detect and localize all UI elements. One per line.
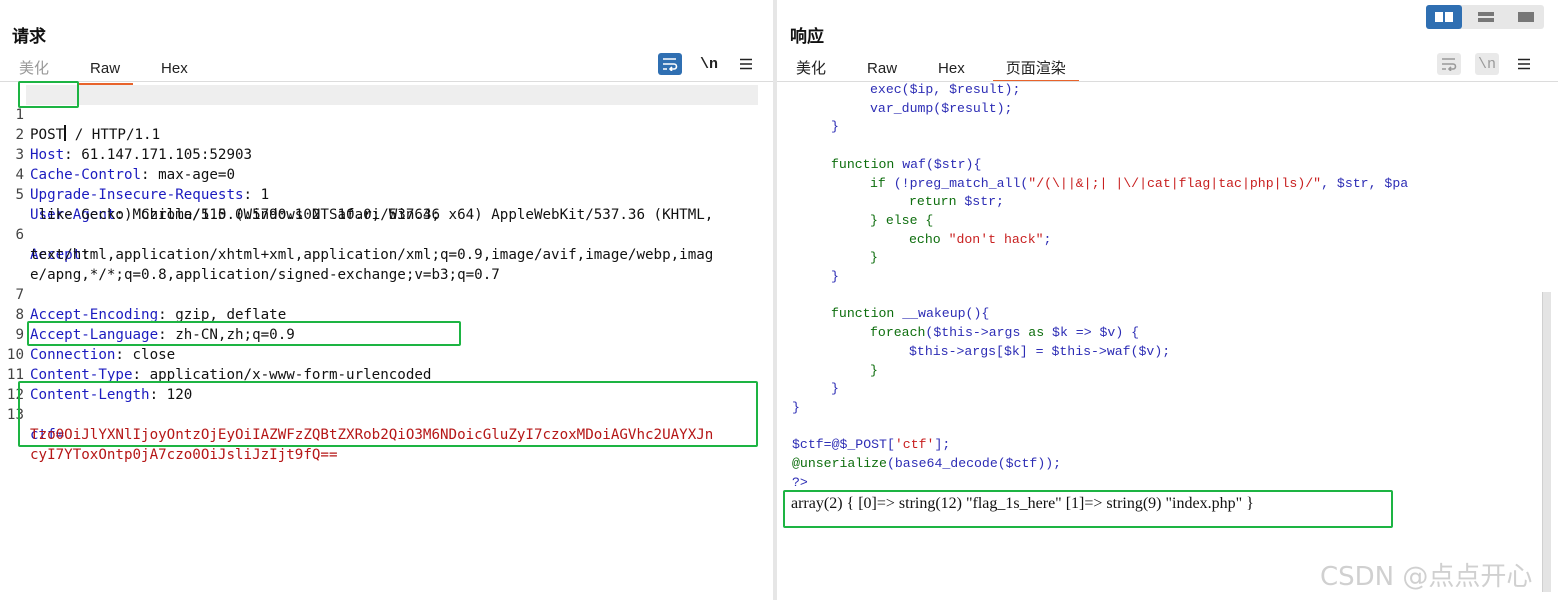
columns-icon: [1435, 12, 1453, 22]
php-source-code: exec($ip, $result); var_dump($result); }…: [792, 82, 1409, 490]
wrap-lines-button[interactable]: [1437, 53, 1461, 75]
wrap-lines-button[interactable]: [658, 53, 682, 75]
request-editor[interactable]: 1 POST / HTTP/1.1 2 Host: 61.147.171.105…: [0, 81, 773, 600]
request-panel: 请求 美化 Raw Hex \n 1 POST / HTTP/1.1 2 Host:…: [0, 0, 773, 600]
layout-toggle-group: [1426, 5, 1544, 29]
tab-pretty[interactable]: 美化: [783, 54, 839, 80]
rendered-page-view: exec($ip, $result); var_dump($result); }…: [777, 82, 1558, 600]
tab-hex[interactable]: Hex: [925, 57, 978, 83]
response-panel: 响应 美化 Raw Hex 页面渲染 \n exec($ip, $result); v…: [777, 0, 1558, 600]
highlight-box-content-type: [27, 321, 461, 346]
tab-pretty[interactable]: 美化: [6, 54, 62, 80]
tab-raw[interactable]: Raw: [854, 57, 910, 83]
body-param-value-continued: cyI7YToxOntp0jA7czo0OiJsliJzIjt9fQ==: [30, 447, 338, 463]
response-title: 响应: [790, 27, 824, 46]
highlight-box-method: [18, 81, 79, 108]
layout-side-by-side-button[interactable]: [1426, 5, 1462, 29]
layout-stacked-button[interactable]: [1468, 5, 1504, 29]
menu-button[interactable]: [1512, 53, 1536, 75]
request-title: 请求: [12, 27, 46, 46]
tab-raw[interactable]: Raw: [77, 57, 134, 85]
highlight-box-output: [783, 490, 1393, 528]
hamburger-icon: [740, 58, 752, 70]
layout-tabs-button[interactable]: [1508, 5, 1544, 29]
single-pane-icon: [1518, 12, 1534, 22]
show-newlines-button[interactable]: \n: [1475, 53, 1499, 75]
highlight-box-body: [18, 381, 758, 447]
request-tabs: 美化 Raw Hex: [6, 54, 216, 85]
tab-hex[interactable]: Hex: [148, 57, 201, 83]
tab-divider: [0, 81, 773, 82]
wrap-icon: [1442, 58, 1457, 71]
hamburger-icon: [1518, 58, 1530, 70]
rows-icon: [1478, 12, 1494, 22]
watermark: CSDN @点点开心: [1320, 562, 1533, 592]
menu-button[interactable]: [734, 53, 758, 75]
wrap-icon: [663, 58, 678, 71]
vertical-scrollbar[interactable]: [1542, 292, 1551, 592]
show-newlines-button[interactable]: \n: [697, 53, 721, 75]
response-tabs: 美化 Raw Hex 页面渲染: [783, 54, 1094, 83]
tab-render[interactable]: 页面渲染: [992, 54, 1079, 82]
